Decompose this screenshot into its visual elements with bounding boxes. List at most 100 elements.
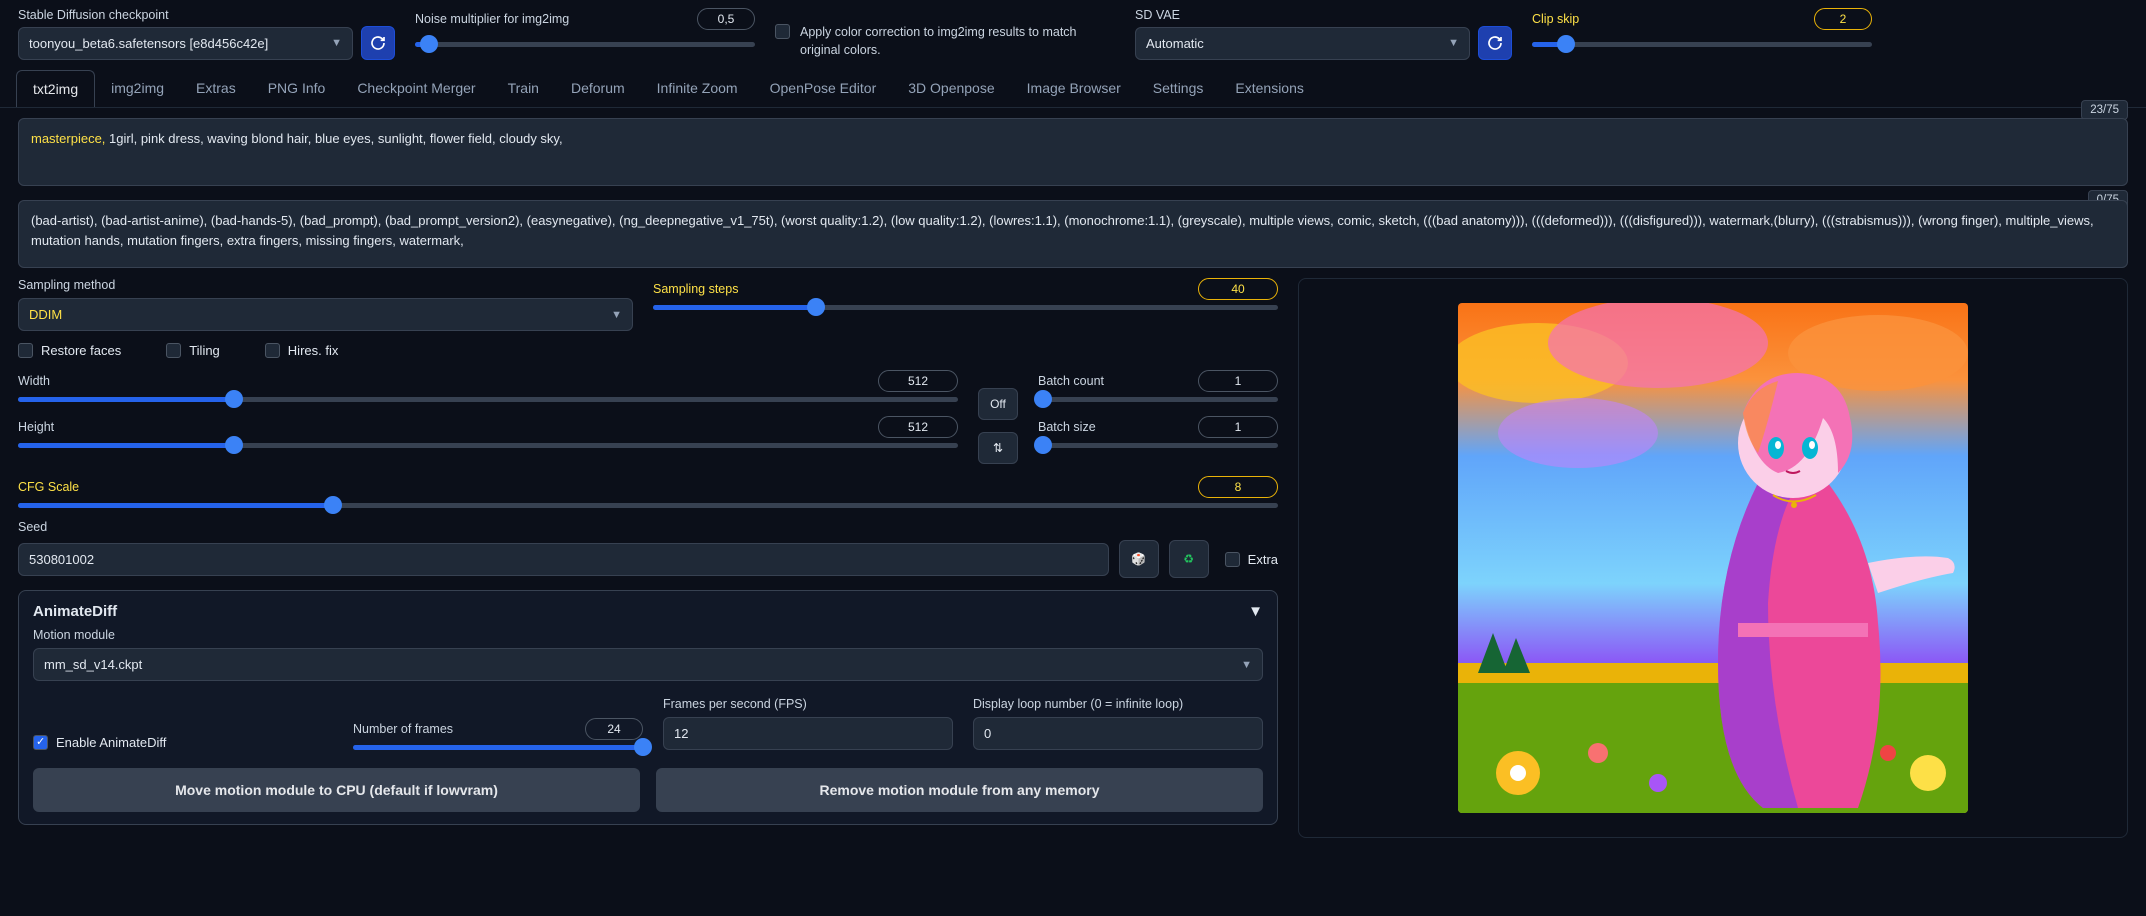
recycle-icon: ♻ [1183,552,1194,566]
batch-size-value[interactable]: 1 [1198,416,1278,438]
batch-size-slider[interactable] [1038,443,1278,448]
noise-slider[interactable] [415,42,755,47]
clip-skip-value[interactable]: 2 [1814,8,1872,30]
generated-image-preview[interactable] [1458,303,1968,813]
batch-size-label: Batch size [1038,420,1096,434]
fps-input[interactable]: 12 [663,717,953,750]
frames-value[interactable]: 24 [585,718,643,740]
tab-img2img[interactable]: img2img [95,70,180,107]
color-correction-label: Apply color correction to img2img result… [800,24,1100,59]
checkpoint-label: Stable Diffusion checkpoint [18,8,395,22]
hires-fix-label: Hires. fix [288,343,339,358]
frames-label: Number of frames [353,722,453,736]
swap-dims-button[interactable]: ⇅ [978,432,1018,464]
move-to-cpu-button[interactable]: Move motion module to CPU (default if lo… [33,768,640,812]
batch-count-slider[interactable] [1038,397,1278,402]
tab-infinite-zoom[interactable]: Infinite Zoom [641,70,754,107]
chevron-down-icon: ▼ [1448,37,1459,49]
animatediff-panel: AnimateDiff ▼ Motion module mm_sd_v14.ck… [18,590,1278,825]
extra-option[interactable]: Extra [1225,552,1278,567]
animatediff-title: AnimateDiff [33,603,117,620]
hires-fix-checkbox[interactable] [265,343,280,358]
tab-settings[interactable]: Settings [1137,70,1220,107]
motion-module-select[interactable]: mm_sd_v14.ckpt ▼ [33,648,1263,681]
refresh-icon [370,35,386,51]
off-button[interactable]: Off [978,388,1018,420]
refresh-vae-button[interactable] [1478,26,1512,60]
clip-skip-label: Clip skip [1532,12,1579,26]
restore-faces-label: Restore faces [41,343,121,358]
tab-bar: txt2imgimg2imgExtrasPNG InfoCheckpoint M… [0,66,2146,108]
triangle-down-icon[interactable]: ▼ [1248,603,1263,620]
extra-checkbox[interactable] [1225,552,1240,567]
output-gallery[interactable] [1298,278,2128,838]
color-correction-checkbox[interactable] [775,24,790,39]
sampling-method-value: DDIM [29,307,62,322]
vae-select[interactable]: Automatic ▼ [1135,27,1470,60]
chevron-down-icon: ▼ [611,309,622,321]
vae-label: SD VAE [1135,8,1512,22]
width-slider[interactable] [18,397,958,402]
seed-label: Seed [18,520,1278,534]
enable-animatediff-label: Enable AnimateDiff [56,735,166,750]
sampling-steps-value[interactable]: 40 [1198,278,1278,300]
batch-count-value[interactable]: 1 [1198,370,1278,392]
batch-count-label: Batch count [1038,374,1104,388]
enable-animatediff-option[interactable]: Enable AnimateDiff [33,735,333,750]
tab-checkpoint-merger[interactable]: Checkpoint Merger [341,70,491,107]
prompt-highlight: masterpiece, [31,131,105,146]
restore-faces-option[interactable]: Restore faces [18,343,121,358]
seed-input[interactable]: 530801002 [18,543,1109,576]
loop-label: Display loop number (0 = infinite loop) [973,697,1263,711]
height-slider[interactable] [18,443,958,448]
motion-module-value: mm_sd_v14.ckpt [44,657,142,672]
hires-fix-option[interactable]: Hires. fix [265,343,339,358]
width-value[interactable]: 512 [878,370,958,392]
checkpoint-select[interactable]: toonyou_beta6.safetensors [e8d456c42e] ▼ [18,27,353,60]
cfg-slider[interactable] [18,503,1278,508]
prompt-input[interactable]: masterpiece, 1girl, pink dress, waving b… [18,118,2128,186]
tab-image-browser[interactable]: Image Browser [1011,70,1137,107]
sampling-method-select[interactable]: DDIM ▼ [18,298,633,331]
extra-label: Extra [1248,552,1278,567]
negative-prompt-input[interactable]: (bad-artist), (bad-artist-anime), (bad-h… [18,200,2128,268]
random-seed-button[interactable]: 🎲 [1119,540,1159,578]
clip-skip-slider[interactable] [1532,42,1872,47]
cfg-value[interactable]: 8 [1198,476,1278,498]
width-label: Width [18,374,50,388]
chevron-down-icon: ▼ [331,37,342,49]
tab-train[interactable]: Train [492,70,555,107]
refresh-checkpoint-button[interactable] [361,26,395,60]
reuse-seed-button[interactable]: ♻ [1169,540,1209,578]
motion-module-label: Motion module [33,628,1263,642]
height-value[interactable]: 512 [878,416,958,438]
remove-from-memory-button[interactable]: Remove motion module from any memory [656,768,1263,812]
neg-prompt-text: (bad-artist), (bad-artist-anime), (bad-h… [31,213,2094,248]
tab-3d-openpose[interactable]: 3D Openpose [892,70,1010,107]
height-label: Height [18,420,54,434]
enable-animatediff-checkbox[interactable] [33,735,48,750]
tab-extras[interactable]: Extras [180,70,252,107]
noise-label: Noise multiplier for img2img [415,12,569,26]
sampling-method-label: Sampling method [18,278,633,292]
frames-slider[interactable] [353,745,643,750]
prompt-token-count: 23/75 [2081,100,2128,120]
refresh-icon [1487,35,1503,51]
tiling-option[interactable]: Tiling [166,343,220,358]
tab-openpose-editor[interactable]: OpenPose Editor [754,70,893,107]
fps-label: Frames per second (FPS) [663,697,953,711]
swap-icon: ⇅ [993,441,1003,455]
chevron-down-icon: ▼ [1241,659,1252,671]
sampling-steps-label: Sampling steps [653,282,738,296]
tab-png-info[interactable]: PNG Info [252,70,342,107]
tab-deforum[interactable]: Deforum [555,70,641,107]
restore-faces-checkbox[interactable] [18,343,33,358]
loop-input[interactable]: 0 [973,717,1263,750]
tab-extensions[interactable]: Extensions [1219,70,1319,107]
noise-value[interactable]: 0,5 [697,8,755,30]
tab-txt2img[interactable]: txt2img [16,70,95,107]
checkpoint-value: toonyou_beta6.safetensors [e8d456c42e] [29,36,268,51]
dice-icon: 🎲 [1131,552,1146,566]
sampling-steps-slider[interactable] [653,305,1278,310]
tiling-checkbox[interactable] [166,343,181,358]
